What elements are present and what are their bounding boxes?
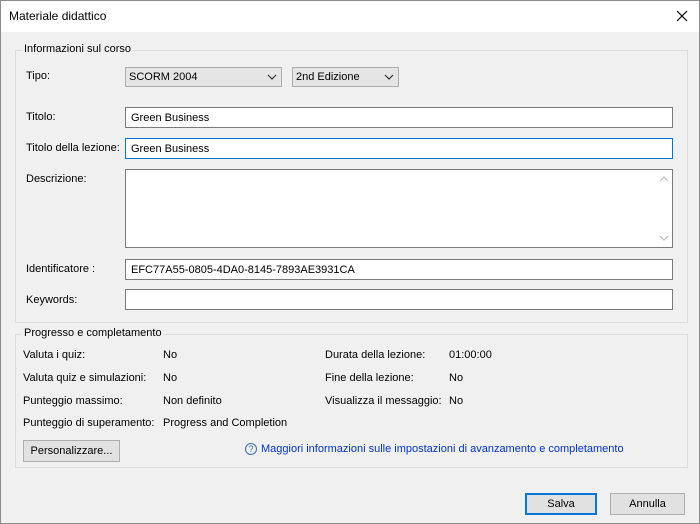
titolo-label: Titolo: (26, 111, 56, 123)
durata-lezione-value: 01:00:00 (449, 349, 492, 361)
cancel-button-label: Annulla (629, 498, 666, 510)
punteggio-massimo-label: Punteggio massimo: (23, 395, 123, 407)
window-title: Materiale didattico (9, 9, 107, 23)
descrizione-label: Descrizione: (26, 173, 87, 185)
chevron-down-icon (384, 74, 394, 80)
edition-select-value: 2nd Edizione (296, 71, 360, 83)
identificatore-field-value: EFC77A55-0805-4DA0-8145-7893AE3931CA (131, 263, 355, 276)
descrizione-textarea[interactable] (125, 169, 673, 248)
identificatore-field[interactable]: EFC77A55-0805-4DA0-8145-7893AE3931CA (125, 259, 673, 280)
course-info-group-title: Informazioni sul corso (22, 43, 133, 55)
chevron-down-icon (267, 74, 277, 80)
progress-group-title: Progresso e completamento (22, 327, 164, 339)
durata-lezione-label: Durata della lezione: (325, 349, 426, 361)
valuta-quiz-label: Valuta i quiz: (23, 349, 86, 361)
punteggio-massimo-value: Non definito (163, 395, 222, 407)
help-icon: ? (245, 443, 257, 455)
edition-select[interactable]: 2nd Edizione (292, 67, 399, 87)
identificatore-label: Identificatore : (26, 263, 96, 275)
chevron-up-icon[interactable] (659, 175, 669, 183)
punteggio-superamento-value: Progress and Completion (163, 417, 288, 429)
keywords-field[interactable] (125, 289, 673, 310)
tipo-select-value: SCORM 2004 (129, 71, 198, 83)
fine-lezione-value: No (449, 372, 464, 384)
descrizione-scrollbar[interactable] (656, 170, 672, 247)
title-bar: Materiale didattico (1, 1, 699, 32)
titolo-field-value: Green Business (131, 111, 210, 124)
titolo-field[interactable]: Green Business (125, 107, 673, 128)
visualizza-messaggio-label: Visualizza il messaggio: (325, 395, 442, 407)
customize-button[interactable]: Personalizzare... (23, 440, 120, 462)
tipo-label: Tipo: (26, 70, 51, 82)
help-link[interactable]: ? Maggiori informazioni sulle impostazio… (245, 443, 624, 455)
save-button[interactable]: Salva (525, 493, 597, 515)
valuta-simulazioni-value: No (163, 372, 178, 384)
dialog-window: Materiale didattico Informazioni sul cor… (0, 0, 700, 524)
close-icon (676, 10, 688, 22)
chevron-down-icon[interactable] (659, 234, 669, 242)
lesson-title-field-value: Green Business (131, 142, 210, 155)
tipo-select[interactable]: SCORM 2004 (125, 67, 282, 87)
cancel-button[interactable]: Annulla (610, 493, 685, 515)
valuta-quiz-value: No (163, 349, 178, 361)
keywords-label: Keywords: (26, 294, 78, 306)
lesson-title-label: Titolo della lezione: (26, 142, 120, 154)
punteggio-superamento-label: Punteggio di superamento: (23, 417, 155, 429)
fine-lezione-label: Fine della lezione: (325, 372, 414, 384)
visualizza-messaggio-value: No (449, 395, 464, 407)
save-button-label: Salva (547, 498, 575, 510)
lesson-title-field[interactable]: Green Business (125, 138, 673, 159)
close-button[interactable] (669, 3, 695, 29)
valuta-simulazioni-label: Valuta quiz e simulazioni: (23, 372, 147, 384)
help-link-text[interactable]: Maggiori informazioni sulle impostazioni… (261, 443, 624, 455)
customize-button-label: Personalizzare... (30, 445, 113, 457)
